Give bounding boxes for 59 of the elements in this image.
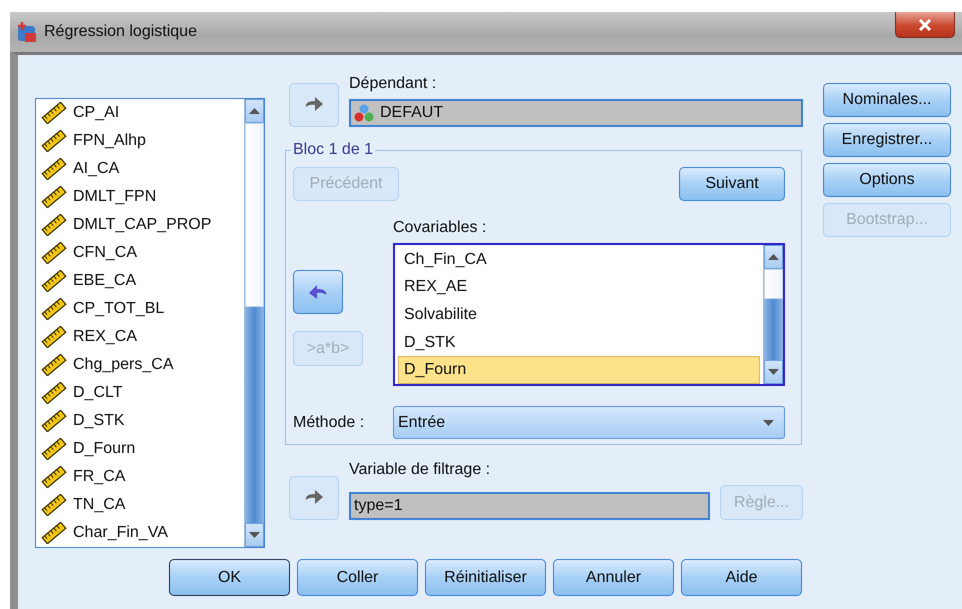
left-arrow-icon (308, 283, 328, 301)
close-icon (918, 18, 932, 30)
right-arrow-icon (304, 96, 324, 114)
variable-list[interactable]: CP_AI FPN_Alhp AI_CA DMLT_FPN DMLT_CAP_PROP CFN_CA EBE_CA CP_TOT_BL REX_CA Chg_pers_CA D_CLT D_STK D_Fourn FR_CA TN_CA Char_Fin_VA (35, 98, 265, 548)
scroll-up-icon[interactable] (768, 254, 779, 260)
method-label: Méthode : (293, 414, 366, 432)
variable-item[interactable]: REX_CA (73, 328, 138, 346)
variable-item[interactable]: CFN_CA (73, 244, 138, 262)
variable-item[interactable]: CP_TOT_BL (73, 300, 164, 318)
filter-field[interactable]: type=1 (349, 492, 710, 520)
variable-item[interactable]: DMLT_CAP_PROP (73, 216, 212, 234)
dialog-button[interactable]: OK (169, 559, 290, 596)
app-icon (16, 21, 38, 43)
side-button[interactable]: Nominales... (823, 83, 951, 117)
variable-item[interactable]: DMLT_FPN (73, 188, 156, 206)
side-button[interactable]: Options (823, 163, 951, 197)
scroll-down-icon[interactable] (768, 369, 779, 375)
move-covariate-button[interactable] (293, 270, 343, 314)
block-title: Bloc 1 de 1 (292, 141, 374, 159)
covariate-item[interactable]: D_Fourn (398, 356, 760, 384)
scrollbar[interactable] (763, 245, 783, 384)
variable-item[interactable]: Chg_pers_CA (73, 356, 174, 374)
dialog-button[interactable]: Coller (297, 559, 418, 596)
side-button[interactable]: Enregistrer... (823, 123, 951, 157)
dependent-value: DEFAUT (380, 104, 444, 122)
variable-item[interactable]: CP_AI (73, 104, 120, 122)
window-title: Régression logistique (44, 23, 197, 41)
variable-item[interactable]: AI_CA (73, 160, 120, 178)
nominal-icon (354, 104, 374, 122)
scrollbar-thumb[interactable] (764, 269, 783, 299)
covariates-label: Covariables : (393, 219, 486, 236)
variable-item[interactable]: D_CLT (73, 384, 122, 402)
variable-item[interactable]: Char_Fin_VA (73, 524, 168, 542)
covariates-list[interactable]: Ch_Fin_CA REX_AE Solvabilite D_STK D_Fourn (393, 243, 785, 386)
scroll-up-icon[interactable] (249, 108, 260, 114)
dialog-button[interactable]: Aide (681, 559, 802, 596)
dialog-button[interactable]: Annuler (553, 559, 674, 596)
variable-item[interactable]: FPN_Alhp (73, 132, 146, 150)
right-arrow-icon (304, 489, 324, 507)
covariate-item[interactable]: Ch_Fin_CA (398, 246, 760, 274)
next-button[interactable]: Suivant (679, 167, 785, 201)
variable-item[interactable]: EBE_CA (73, 272, 136, 290)
dropdown-caret-icon[interactable] (763, 420, 774, 426)
variable-item[interactable]: D_Fourn (73, 440, 136, 458)
variable-item[interactable]: D_STK (73, 412, 125, 430)
covariate-item[interactable]: Solvabilite (398, 301, 760, 329)
dialog-button[interactable]: Réinitialiser (425, 559, 546, 596)
scrollbar[interactable] (244, 99, 264, 547)
variable-item[interactable]: TN_CA (73, 496, 126, 514)
filter-label: Variable de filtrage : (349, 461, 492, 479)
method-dropdown[interactable]: Entrée (393, 406, 785, 439)
covariate-item[interactable]: D_STK (398, 328, 760, 356)
close-button[interactable] (895, 12, 955, 38)
variable-item[interactable]: FR_CA (73, 468, 126, 486)
dependent-label: Dépendant : (349, 75, 438, 93)
dependent-field[interactable]: DEFAUT (349, 99, 803, 127)
scroll-down-icon[interactable] (249, 532, 260, 538)
scrollbar-thumb[interactable] (245, 123, 264, 307)
covariate-item[interactable]: REX_AE (398, 274, 760, 302)
